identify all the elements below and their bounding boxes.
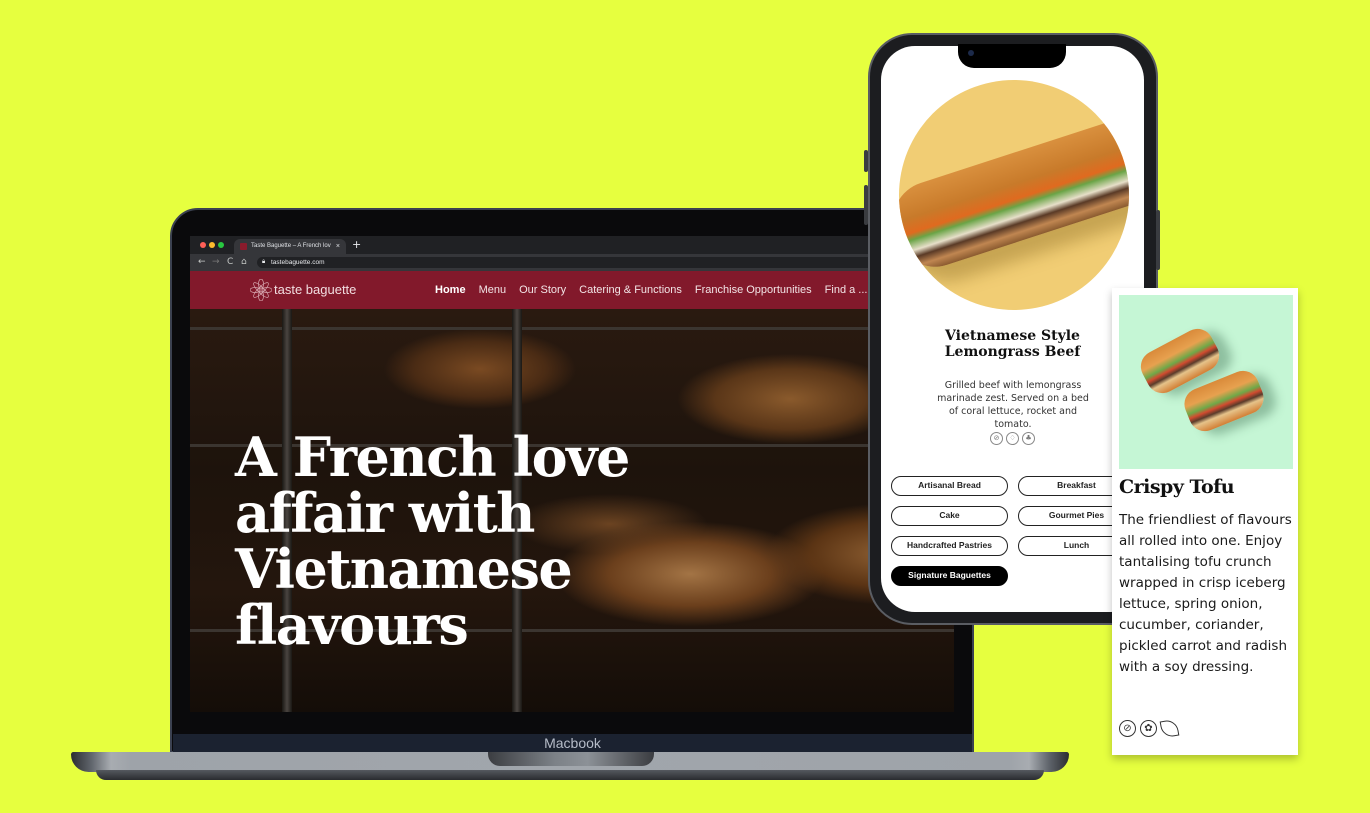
laptop-opening-groove — [488, 752, 654, 766]
dish-image — [899, 80, 1129, 310]
card-diet-icons: ⊘ ✿ — [1119, 718, 1180, 739]
menu-item-menu[interactable]: Menu — [479, 271, 507, 309]
site-header: taste baguette Home Menu Our Story Cater… — [190, 271, 954, 309]
phone-volume-button — [864, 185, 868, 225]
gluten-free-icon: ♢ — [1006, 432, 1019, 445]
baguette-illustration — [899, 108, 1129, 278]
card-description: The friendliest of flavours all rolled i… — [1119, 512, 1292, 675]
address-bar-row: ← → C ⌂ 🔒︎ tastebaguette.com ⇧ ☆ ✱ — [190, 254, 954, 271]
menu-item-catering[interactable]: Catering & Functions — [579, 271, 682, 309]
close-window-button[interactable] — [200, 242, 206, 248]
menu-item-card[interactable]: Crispy Tofu The friendliest of flavours … — [1112, 288, 1298, 755]
oven-rack — [190, 327, 954, 330]
menu-item-home[interactable]: Home — [435, 271, 466, 309]
maximize-window-button[interactable] — [218, 242, 224, 248]
browser-tab[interactable]: Taste Baguette – A French love affair wi… — [234, 239, 346, 254]
laptop-chin: Macbook — [173, 734, 972, 752]
tab-close-icon[interactable]: × — [336, 239, 340, 254]
category-handcrafted-pastries[interactable]: Handcrafted Pastries — [891, 536, 1008, 556]
menu-item-franchise[interactable]: Franchise Opportunities — [695, 271, 812, 309]
vegan-leaf-icon — [1159, 718, 1180, 739]
phone-volume-button — [864, 150, 868, 172]
tab-title: Taste Baguette – A French love affair wi… — [251, 243, 331, 249]
lock-icon: 🔒︎ — [262, 259, 266, 265]
laptop-screen: Taste Baguette – A French love affair wi… — [190, 236, 954, 712]
url-field[interactable]: 🔒︎ tastebaguette.com ⇧ ☆ — [257, 257, 930, 268]
url-text: tastebaguette.com — [271, 259, 325, 266]
front-camera — [968, 50, 974, 56]
hero-banner: A French love affair with Vietnamese fla… — [190, 309, 954, 712]
card-title: Crispy Tofu — [1119, 476, 1235, 498]
dish-description: Grilled beef with lemongrass marinade ze… — [937, 380, 1089, 430]
menu-item-find-a-store[interactable]: Find a ... — [825, 271, 868, 309]
nut-free-icon: ✿ — [1140, 720, 1157, 737]
phone-notch — [958, 44, 1066, 68]
home-icon[interactable]: ⌂ — [241, 254, 247, 271]
category-artisanal-bread[interactable]: Artisanal Bread — [891, 476, 1008, 496]
menu-item-our-story[interactable]: Our Story — [519, 271, 566, 309]
vegetarian-icon: ♣ — [1022, 432, 1035, 445]
category-signature-baguettes[interactable]: Signature Baguettes — [891, 566, 1008, 586]
forward-icon[interactable]: → — [212, 254, 220, 271]
category-filter: Artisanal Bread Breakfast Cake Gourmet P… — [891, 476, 1135, 586]
category-cake[interactable]: Cake — [891, 506, 1008, 526]
phone-power-button — [1156, 210, 1160, 270]
dish-title: Vietnamese Style Lemongrass Beef — [944, 328, 1081, 360]
lotus-logo-icon[interactable] — [250, 279, 272, 301]
dairy-free-icon: ⊘ — [990, 432, 1003, 445]
card-image — [1119, 295, 1293, 469]
site-logo-text[interactable]: taste baguette — [274, 271, 356, 309]
reload-icon[interactable]: C — [227, 254, 233, 271]
minimize-window-button[interactable] — [209, 242, 215, 248]
phone-screen: Vietnamese Style Lemongrass Beef Grilled… — [881, 46, 1144, 612]
new-tab-button[interactable]: + — [352, 237, 361, 252]
device-label: Macbook — [544, 735, 601, 751]
hero-headline: A French love affair with Vietnamese fla… — [235, 425, 630, 657]
diet-icons: ⊘ ♢ ♣ — [881, 432, 1144, 445]
browser-tab-bar: Taste Baguette – A French love affair wi… — [190, 236, 954, 254]
main-menu: Home Menu Our Story Catering & Functions… — [435, 271, 867, 309]
favicon-icon — [240, 243, 247, 250]
gluten-free-icon: ⊘ — [1119, 720, 1136, 737]
back-icon[interactable]: ← — [198, 254, 206, 271]
